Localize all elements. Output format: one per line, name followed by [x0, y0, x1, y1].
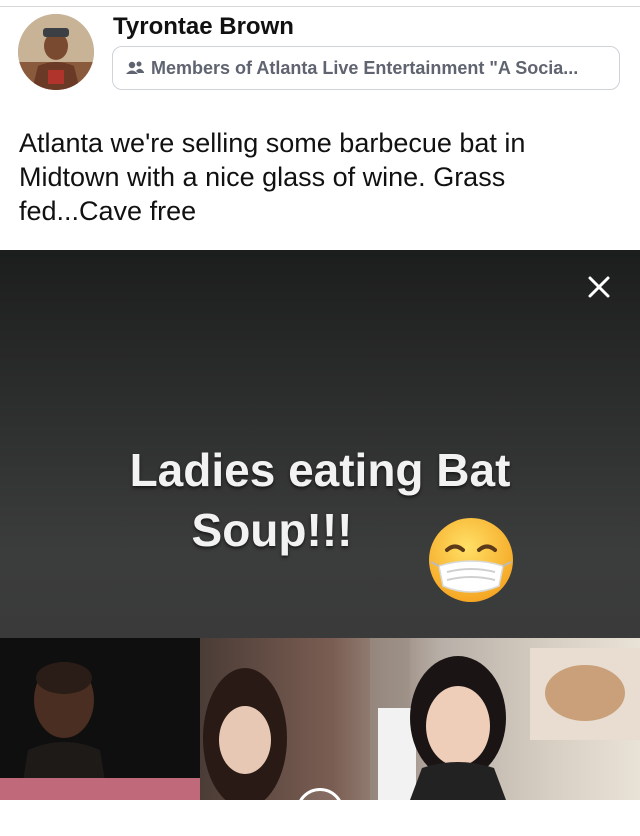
- close-icon[interactable]: [582, 270, 616, 304]
- caption-line-1: Ladies eating Bat: [129, 444, 511, 496]
- video-thumbnail-right: [200, 638, 640, 800]
- top-divider: [0, 6, 640, 7]
- caption-line-2: Soup!!!: [191, 504, 353, 556]
- group-members-icon: [126, 61, 144, 74]
- post-text: Atlanta we're selling some barbecue bat …: [19, 128, 526, 226]
- author-name[interactable]: Tyrontae Brown: [113, 13, 294, 41]
- group-name: Members of Atlanta Live Entertainment "A…: [151, 57, 579, 78]
- video-scrubber-handle[interactable]: [296, 788, 344, 836]
- video-thumbnail-left: [0, 638, 200, 800]
- author-avatar[interactable]: [18, 14, 94, 90]
- group-link[interactable]: Members of Atlanta Live Entertainment "A…: [112, 46, 620, 90]
- face-with-medical-mask-icon: [425, 514, 517, 606]
- avatar-photo: [18, 14, 94, 90]
- video-caption: Ladies eating Bat Soup!!!: [0, 440, 640, 560]
